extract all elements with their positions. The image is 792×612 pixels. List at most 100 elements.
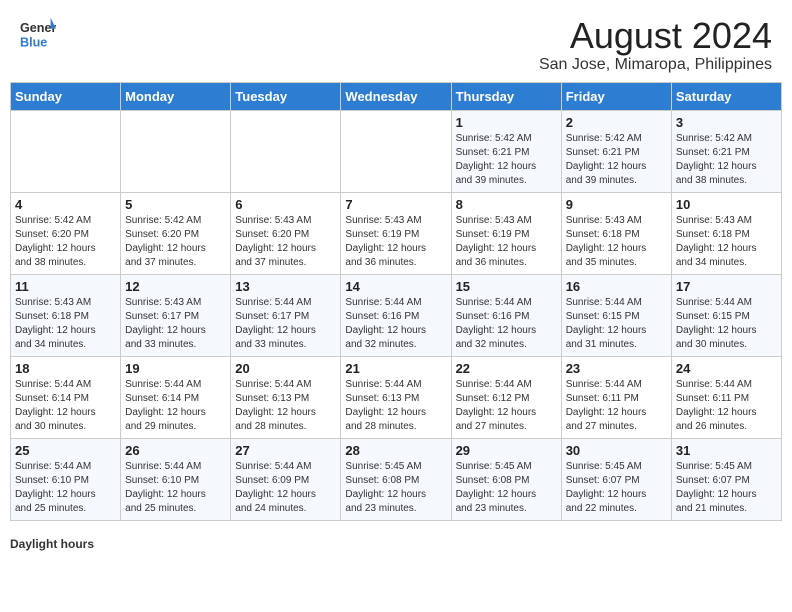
logo: General Blue <box>20 16 56 52</box>
calendar-cell: 8 Sunrise: 5:43 AM Sunset: 6:19 PM Daylig… <box>451 192 561 274</box>
day-number: 10 <box>676 197 777 212</box>
day-info: Sunrise: 5:42 AM Sunset: 6:20 PM Dayligh… <box>15 214 116 270</box>
calendar-cell <box>121 110 231 192</box>
day-info: Sunrise: 5:43 AM Sunset: 6:17 PM Dayligh… <box>125 296 226 352</box>
day-number: 14 <box>345 279 446 294</box>
day-number: 22 <box>456 361 557 376</box>
day-info: Sunrise: 5:42 AM Sunset: 6:20 PM Dayligh… <box>125 214 226 270</box>
day-number: 11 <box>15 279 116 294</box>
day-info: Sunrise: 5:42 AM Sunset: 6:21 PM Dayligh… <box>456 132 557 188</box>
calendar-table: SundayMondayTuesdayWednesdayThursdayFrid… <box>10 82 782 521</box>
day-info: Sunrise: 5:44 AM Sunset: 6:13 PM Dayligh… <box>345 378 446 434</box>
day-info: Sunrise: 5:44 AM Sunset: 6:10 PM Dayligh… <box>125 460 226 516</box>
day-info: Sunrise: 5:44 AM Sunset: 6:13 PM Dayligh… <box>235 378 336 434</box>
day-number: 7 <box>345 197 446 212</box>
calendar-cell <box>11 110 121 192</box>
calendar-cell: 23 Sunrise: 5:44 AM Sunset: 6:11 PM Dayli… <box>561 356 671 438</box>
day-number: 5 <box>125 197 226 212</box>
day-number: 21 <box>345 361 446 376</box>
day-number: 28 <box>345 443 446 458</box>
calendar-cell: 2Sunrise: 5:42 AM Sunset: 6:21 PM Daylig… <box>561 110 671 192</box>
page-header: General Blue August 2024 San Jose, Mimar… <box>0 0 792 82</box>
day-number: 16 <box>566 279 667 294</box>
day-info: Sunrise: 5:44 AM Sunset: 6:09 PM Dayligh… <box>235 460 336 516</box>
day-number: 30 <box>566 443 667 458</box>
calendar-cell: 13 Sunrise: 5:44 AM Sunset: 6:17 PM Dayli… <box>231 274 341 356</box>
day-info: Sunrise: 5:43 AM Sunset: 6:18 PM Dayligh… <box>566 214 667 270</box>
day-info: Sunrise: 5:43 AM Sunset: 6:19 PM Dayligh… <box>456 214 557 270</box>
day-info: Sunrise: 5:44 AM Sunset: 6:12 PM Dayligh… <box>456 378 557 434</box>
calendar-cell: 19Sunrise: 5:44 AM Sunset: 6:14 PM Dayli… <box>121 356 231 438</box>
day-info: Sunrise: 5:44 AM Sunset: 6:14 PM Dayligh… <box>15 378 116 434</box>
calendar-cell: 12 Sunrise: 5:43 AM Sunset: 6:17 PM Dayli… <box>121 274 231 356</box>
day-number: 26 <box>125 443 226 458</box>
calendar-cell: 6Sunrise: 5:43 AM Sunset: 6:20 PM Daylig… <box>231 192 341 274</box>
day-number: 13 <box>235 279 336 294</box>
day-info: Sunrise: 5:45 AM Sunset: 6:07 PM Dayligh… <box>566 460 667 516</box>
day-number: 17 <box>676 279 777 294</box>
day-number: 23 <box>566 361 667 376</box>
calendar-week-row: 18 Sunrise: 5:44 AM Sunset: 6:14 PM Dayli… <box>11 356 782 438</box>
day-info: Sunrise: 5:44 AM Sunset: 6:16 PM Dayligh… <box>345 296 446 352</box>
calendar-cell: 30 Sunrise: 5:45 AM Sunset: 6:07 PM Dayli… <box>561 438 671 520</box>
day-info: Sunrise: 5:43 AM Sunset: 6:20 PM Dayligh… <box>235 214 336 270</box>
calendar-cell: 1 Sunrise: 5:42 AM Sunset: 6:21 PM Daylig… <box>451 110 561 192</box>
day-info: Sunrise: 5:44 AM Sunset: 6:14 PM Dayligh… <box>125 378 226 434</box>
col-header-friday: Friday <box>561 82 671 110</box>
day-info: Sunrise: 5:43 AM Sunset: 6:19 PM Dayligh… <box>345 214 446 270</box>
calendar-cell: 31 Sunrise: 5:45 AM Sunset: 6:07 PM Dayli… <box>671 438 781 520</box>
day-number: 18 <box>15 361 116 376</box>
calendar-cell: 27 Sunrise: 5:44 AM Sunset: 6:09 PM Dayli… <box>231 438 341 520</box>
day-info: Sunrise: 5:44 AM Sunset: 6:11 PM Dayligh… <box>566 378 667 434</box>
day-info: Sunrise: 5:44 AM Sunset: 6:11 PM Dayligh… <box>676 378 777 434</box>
day-number: 31 <box>676 443 777 458</box>
calendar-cell: 14 Sunrise: 5:44 AM Sunset: 6:16 PM Dayli… <box>341 274 451 356</box>
day-number: 8 <box>456 197 557 212</box>
calendar-container: SundayMondayTuesdayWednesdayThursdayFrid… <box>0 82 792 531</box>
day-info: Sunrise: 5:44 AM Sunset: 6:17 PM Dayligh… <box>235 296 336 352</box>
col-header-sunday: Sunday <box>11 82 121 110</box>
calendar-cell: 15 Sunrise: 5:44 AM Sunset: 6:16 PM Dayli… <box>451 274 561 356</box>
calendar-cell: 20 Sunrise: 5:44 AM Sunset: 6:13 PM Dayli… <box>231 356 341 438</box>
calendar-cell: 4 Sunrise: 5:42 AM Sunset: 6:20 PM Daylig… <box>11 192 121 274</box>
day-number: 24 <box>676 361 777 376</box>
day-number: 1 <box>456 115 557 130</box>
calendar-cell: 5 Sunrise: 5:42 AM Sunset: 6:20 PM Daylig… <box>121 192 231 274</box>
calendar-cell: 16Sunrise: 5:44 AM Sunset: 6:15 PM Dayli… <box>561 274 671 356</box>
day-info: Sunrise: 5:44 AM Sunset: 6:15 PM Dayligh… <box>676 296 777 352</box>
day-info: Sunrise: 5:42 AM Sunset: 6:21 PM Dayligh… <box>676 132 777 188</box>
day-number: 20 <box>235 361 336 376</box>
day-number: 15 <box>456 279 557 294</box>
calendar-cell: 24 Sunrise: 5:44 AM Sunset: 6:11 PM Dayli… <box>671 356 781 438</box>
calendar-cell <box>341 110 451 192</box>
calendar-week-row: 1 Sunrise: 5:42 AM Sunset: 6:21 PM Daylig… <box>11 110 782 192</box>
col-header-wednesday: Wednesday <box>341 82 451 110</box>
day-info: Sunrise: 5:43 AM Sunset: 6:18 PM Dayligh… <box>15 296 116 352</box>
calendar-cell: 7 Sunrise: 5:43 AM Sunset: 6:19 PM Daylig… <box>341 192 451 274</box>
col-header-tuesday: Tuesday <box>231 82 341 110</box>
calendar-cell: 11 Sunrise: 5:43 AM Sunset: 6:18 PM Dayli… <box>11 274 121 356</box>
day-number: 12 <box>125 279 226 294</box>
calendar-cell: 29Sunrise: 5:45 AM Sunset: 6:08 PM Dayli… <box>451 438 561 520</box>
day-number: 29 <box>456 443 557 458</box>
col-header-saturday: Saturday <box>671 82 781 110</box>
day-number: 25 <box>15 443 116 458</box>
calendar-cell: 18 Sunrise: 5:44 AM Sunset: 6:14 PM Dayli… <box>11 356 121 438</box>
svg-text:Blue: Blue <box>20 36 47 50</box>
legend: Daylight hours <box>0 531 792 555</box>
day-info: Sunrise: 5:45 AM Sunset: 6:07 PM Dayligh… <box>676 460 777 516</box>
day-number: 4 <box>15 197 116 212</box>
calendar-week-row: 4 Sunrise: 5:42 AM Sunset: 6:20 PM Daylig… <box>11 192 782 274</box>
day-info: Sunrise: 5:45 AM Sunset: 6:08 PM Dayligh… <box>345 460 446 516</box>
day-info: Sunrise: 5:44 AM Sunset: 6:16 PM Dayligh… <box>456 296 557 352</box>
day-number: 27 <box>235 443 336 458</box>
day-info: Sunrise: 5:44 AM Sunset: 6:10 PM Dayligh… <box>15 460 116 516</box>
calendar-cell: 10Sunrise: 5:43 AM Sunset: 6:18 PM Dayli… <box>671 192 781 274</box>
calendar-cell: 17 Sunrise: 5:44 AM Sunset: 6:15 PM Dayli… <box>671 274 781 356</box>
logo-icon: General Blue <box>20 16 56 52</box>
calendar-header-row: SundayMondayTuesdayWednesdayThursdayFrid… <box>11 82 782 110</box>
calendar-cell: 21 Sunrise: 5:44 AM Sunset: 6:13 PM Dayli… <box>341 356 451 438</box>
day-number: 3 <box>676 115 777 130</box>
day-number: 2 <box>566 115 667 130</box>
day-number: 9 <box>566 197 667 212</box>
